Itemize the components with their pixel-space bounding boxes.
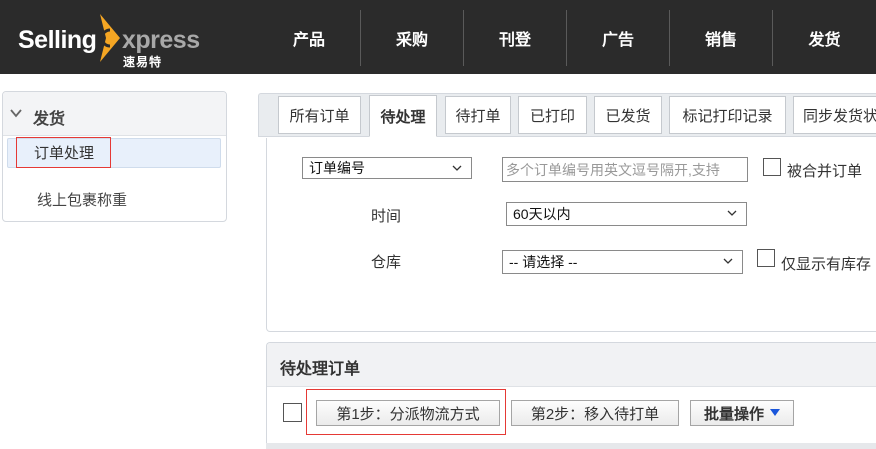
warehouse-select[interactable]: -- 请选择 --: [502, 250, 743, 274]
search-type-value: 订单编号: [309, 160, 365, 176]
tab-sync-shipping-status[interactable]: 同步发货状: [793, 96, 876, 134]
logo-word-xpress: xpress: [122, 26, 200, 54]
bulk-actions-button[interactable]: 批量操作: [690, 400, 794, 426]
pending-orders-header: 待处理订单: [267, 343, 876, 387]
sidebar-item-package-weighing[interactable]: 线上包裹称重: [37, 189, 127, 210]
chevron-down-icon: [10, 109, 22, 118]
pending-orders-title: 待处理订单: [280, 361, 361, 378]
nav-item-listing[interactable]: 刊登: [464, 10, 567, 66]
tab-to-print[interactable]: 待打单: [445, 96, 511, 134]
in-stock-only-checkbox[interactable]: [757, 249, 775, 267]
nav-item-products[interactable]: 产品: [258, 10, 361, 66]
sidebar-section-header[interactable]: 发货: [3, 92, 226, 136]
tab-pending[interactable]: 待处理: [369, 95, 437, 137]
time-range-select[interactable]: 60天以内: [506, 202, 747, 226]
tab-shipped[interactable]: 已发货: [594, 96, 662, 134]
top-navigation-bar: Selling xpress 速易特 产品 采购 刊登 广告 销售 发货: [0, 0, 876, 74]
time-label: 时间: [371, 208, 402, 225]
tab-print-records[interactable]: 标记打印记录: [669, 96, 786, 134]
warehouse-value: -- 请选择 --: [509, 254, 578, 270]
in-stock-only-label: 仅显示有库存: [781, 256, 872, 273]
nav-item-ads[interactable]: 广告: [567, 10, 670, 66]
logo-word-selling: Selling: [18, 26, 97, 54]
tab-all-orders[interactable]: 所有订单: [278, 96, 361, 134]
logo-arrow-icon: [100, 14, 120, 62]
time-range-value: 60天以内: [513, 206, 571, 222]
step1-assign-shipping-button[interactable]: 第1步：分派物流方式: [316, 400, 500, 426]
bulk-actions-label: 批量操作: [703, 405, 764, 423]
search-type-select[interactable]: 订单编号: [302, 157, 472, 179]
chevron-down-icon: [727, 210, 737, 216]
merged-orders-checkbox[interactable]: [763, 158, 781, 176]
main-nav: 产品 采购 刊登 广告 销售 发货: [258, 10, 876, 66]
app-logo[interactable]: Selling xpress 速易特: [16, 10, 216, 69]
logo-chinese-name: 速易特: [123, 55, 163, 69]
step2-move-to-print-button[interactable]: 第2步：移入待打单: [511, 400, 679, 426]
caret-down-icon: [770, 409, 780, 416]
warehouse-label: 仓库: [371, 254, 402, 271]
sidebar-item-label: 订单处理: [34, 145, 95, 162]
nav-item-shipping[interactable]: 发货: [773, 10, 876, 66]
chevron-down-icon: [452, 165, 462, 171]
merged-orders-label: 被合并订单: [787, 163, 863, 180]
chevron-down-icon: [723, 258, 733, 264]
order-number-input[interactable]: [502, 157, 748, 182]
select-all-checkbox[interactable]: [283, 403, 302, 422]
sidebar-section-title: 发货: [33, 111, 66, 128]
table-header-strip: [266, 443, 876, 449]
sidebar: 发货 订单处理 线上包裹称重: [2, 91, 227, 222]
nav-item-purchasing[interactable]: 采购: [361, 10, 464, 66]
pending-orders-panel: 待处理订单: [266, 342, 876, 449]
tab-printed[interactable]: 已打印: [518, 96, 587, 134]
sidebar-item-order-processing[interactable]: 订单处理: [7, 138, 221, 168]
nav-item-sales[interactable]: 销售: [670, 10, 773, 66]
